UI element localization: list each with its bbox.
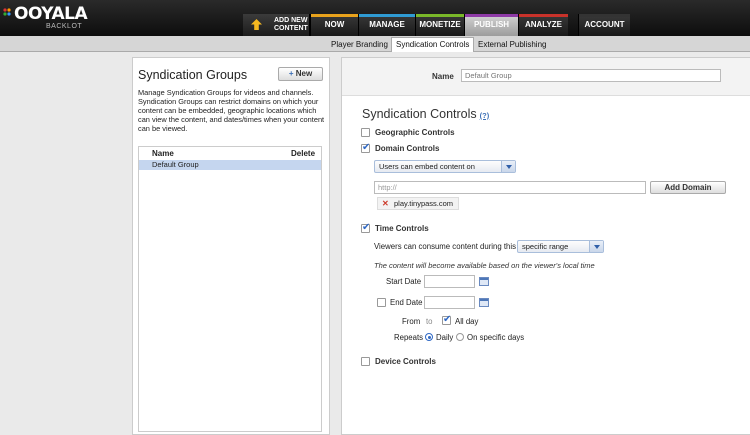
from-label: From <box>402 317 421 326</box>
logo-dots-icon <box>3 8 11 16</box>
panel-description: Manage Syndication Groups for videos and… <box>138 88 325 133</box>
nav-account[interactable]: ACCOUNT <box>578 14 630 36</box>
section-title: Syndication Controls (?) <box>362 107 489 121</box>
new-group-button[interactable]: + New <box>278 67 323 81</box>
section-title-text: Syndication Controls <box>362 107 477 121</box>
time-controls-checkbox[interactable] <box>361 222 370 233</box>
groups-table: Name Delete Default Group <box>138 146 322 432</box>
group-name-cell: Default Group <box>152 160 199 169</box>
nav-publish[interactable]: PUBLISH <box>464 14 518 36</box>
nav-publish-label: PUBLISH <box>473 20 510 29</box>
tab-player-branding[interactable]: Player Branding <box>327 38 392 52</box>
repeat-daily-label: Daily <box>436 333 454 342</box>
domain-tag: ✕ play.tinypass.com <box>377 197 459 210</box>
add-new-content-button[interactable]: ADD NEW CONTENT <box>243 14 310 36</box>
upload-arrow-icon <box>251 19 262 30</box>
logo-text: OOYALA <box>14 4 88 24</box>
tab-syndication-controls[interactable]: Syndication Controls <box>391 37 475 52</box>
nav-manage[interactable]: MANAGE <box>358 14 415 36</box>
repeat-specific-radio[interactable] <box>456 333 464 341</box>
group-name-input[interactable]: Default Group <box>461 69 721 82</box>
nav-monetize[interactable]: MONETIZE <box>415 14 464 36</box>
nav-now-bar <box>311 14 358 17</box>
calendar-icon[interactable] <box>479 298 489 307</box>
nav-now[interactable]: NOW <box>310 14 358 36</box>
chevron-down-icon <box>501 161 515 172</box>
logo-subtitle: BACKLOT <box>46 23 83 30</box>
domain-tag-text: play.tinypass.com <box>394 199 454 208</box>
remove-domain-icon[interactable]: ✕ <box>382 198 389 209</box>
nav-publish-bar <box>465 14 518 17</box>
end-date-checkbox[interactable] <box>377 298 386 307</box>
column-header-name: Name <box>152 149 174 158</box>
add-new-line1: ADD NEW <box>274 17 308 24</box>
start-date-input[interactable] <box>424 275 475 288</box>
device-controls-label: Device Controls <box>375 357 436 366</box>
end-date-label: End Date <box>390 298 423 307</box>
time-controls-label: Time Controls <box>375 224 429 233</box>
top-bar: OOYALA BACKLOT ADD NEW CONTENT NOW MANAG… <box>0 0 750 36</box>
time-range-select[interactable]: specific range <box>517 240 604 253</box>
domain-mode-value: Users can embed content on <box>379 162 475 171</box>
to-label: to <box>426 317 433 326</box>
new-button-label: New <box>295 69 313 78</box>
end-date-input[interactable] <box>424 296 475 309</box>
calendar-icon[interactable] <box>479 277 489 286</box>
nav-monetize-bar <box>416 14 464 17</box>
nav-now-label: NOW <box>324 20 345 29</box>
column-header-delete: Delete <box>291 149 316 158</box>
nav-analyze-bar <box>519 14 568 17</box>
domain-controls-checkbox[interactable] <box>361 142 370 153</box>
tab-external-publishing[interactable]: External Publishing <box>474 38 550 52</box>
nav-analyze[interactable]: ANALYZE <box>518 14 568 36</box>
geographic-controls-label: Geographic Controls <box>375 128 455 137</box>
domain-mode-select[interactable]: Users can embed content on <box>374 160 516 173</box>
nav-manage-bar <box>359 14 415 17</box>
all-day-checkbox[interactable] <box>442 314 451 325</box>
table-row[interactable]: Default Group <box>139 160 321 170</box>
nav-account-bar <box>579 14 630 17</box>
local-time-note: The content will become available based … <box>374 261 595 270</box>
domain-controls-label: Domain Controls <box>375 144 440 153</box>
panel-title: Syndication Groups <box>138 68 248 82</box>
device-controls-checkbox[interactable] <box>361 357 370 366</box>
name-label: Name <box>432 72 454 81</box>
repeat-specific-label: On specific days <box>467 333 525 342</box>
geographic-controls-checkbox[interactable] <box>361 128 370 137</box>
start-date-label: Start Date <box>386 277 422 286</box>
domain-url-input[interactable]: http:// <box>374 181 646 194</box>
name-bar: Name Default Group <box>342 58 750 96</box>
nav-analyze-label: ANALYZE <box>524 20 563 29</box>
repeats-label: Repeats <box>394 333 424 342</box>
consume-prefix-text: Viewers can consume content during this <box>374 242 517 251</box>
syndication-groups-panel: Syndication Groups + New Manage Syndicat… <box>132 57 330 435</box>
add-new-line2: CONTENT <box>274 24 308 32</box>
nav-monetize-label: MONETIZE <box>419 20 461 29</box>
plus-icon: + <box>288 69 294 78</box>
help-link[interactable]: (?) <box>480 111 490 120</box>
time-range-value: specific range <box>522 242 569 251</box>
repeat-daily-radio[interactable] <box>425 333 433 341</box>
nav-manage-label: MANAGE <box>369 20 405 29</box>
ooyala-logo[interactable]: OOYALA BACKLOT <box>3 4 96 32</box>
sub-navigation: Player Branding Syndication Controls Ext… <box>0 36 750 52</box>
add-domain-button[interactable]: Add Domain <box>650 181 726 194</box>
all-day-label: All day <box>455 317 479 326</box>
nav-account-label: ACCOUNT <box>584 20 625 29</box>
chevron-down-icon <box>589 241 603 252</box>
